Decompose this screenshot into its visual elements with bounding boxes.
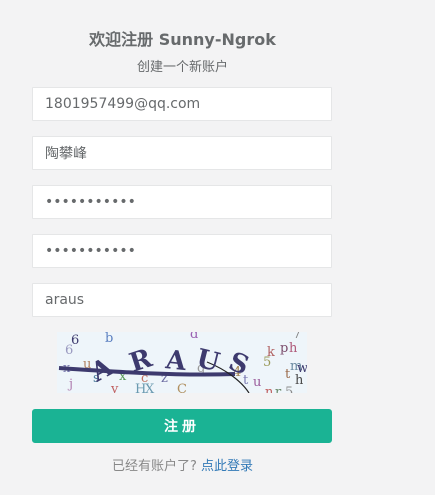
captcha-noise-char: C <box>177 382 187 393</box>
captcha-noise-char: b <box>105 332 113 346</box>
captcha-noise-char: k <box>267 345 275 360</box>
captcha-noise-char: d <box>190 332 198 342</box>
login-prompt: 已经有账户了? 点此登录 <box>0 458 365 476</box>
captcha-letter: A <box>163 345 188 377</box>
captcha-noise-char: p <box>280 341 288 356</box>
confirm-password-field[interactable] <box>32 234 332 268</box>
page-title: 欢迎注册 Sunny-Ngrok <box>89 30 276 49</box>
captcha-noise-char: X <box>145 382 155 393</box>
page-subtitle: 创建一个新账户 <box>136 60 228 75</box>
captcha-noise-char: ^ <box>219 332 230 342</box>
captcha-noise-char: h <box>289 341 298 356</box>
captcha-noise-char: 6 <box>65 343 73 358</box>
login-link[interactable]: 点此登录 <box>201 459 253 474</box>
login-prompt-text: 已经有账户了? <box>111 459 197 474</box>
username-field[interactable] <box>32 136 332 170</box>
captcha-noise-char: n <box>265 385 274 393</box>
password-field[interactable] <box>32 185 332 219</box>
email-field[interactable] <box>32 87 332 121</box>
captcha-noise-char: w <box>297 361 307 376</box>
captcha-image[interactable]: 6 b d ^ 7p hx us x c z 45ktmht uwj y HX Cn r 5g6 ARAUS <box>57 332 307 393</box>
captcha-noise-char: u <box>253 375 261 390</box>
captcha-noise-char: 5 <box>285 385 293 393</box>
register-button[interactable]: 注册 <box>32 409 332 443</box>
captcha-noise-char: y <box>110 382 119 393</box>
captcha-noise-char: r <box>275 385 282 393</box>
captcha-input[interactable] <box>32 283 332 317</box>
